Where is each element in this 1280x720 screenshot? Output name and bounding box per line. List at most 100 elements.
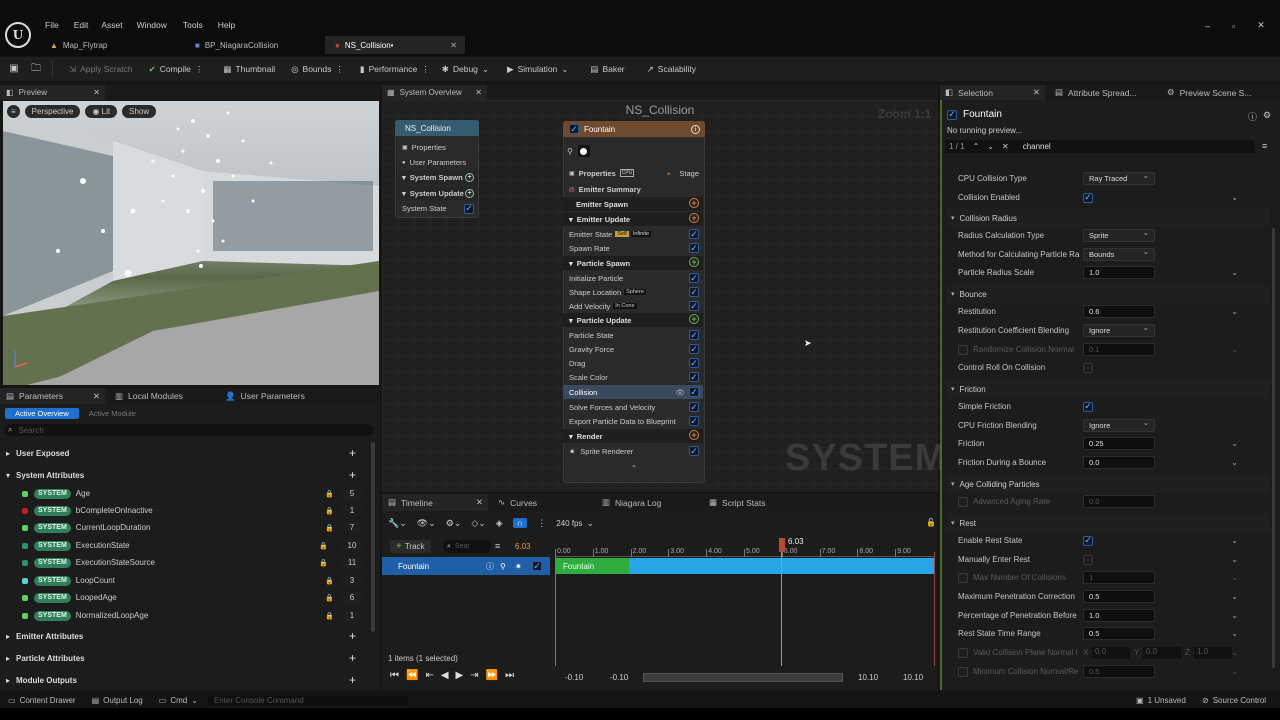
chevron-down-icon[interactable]: ⌄ (1231, 611, 1238, 620)
prop-value[interactable]: 0.0 (1083, 456, 1155, 469)
prop-max-collisions[interactable]: Max Number Of Collisions 1 ⌄ (952, 568, 1270, 587)
snap-icon[interactable]: ⚙⌄ (446, 518, 462, 529)
chevron-down-icon[interactable]: ⌄ (1231, 629, 1238, 638)
param-row[interactable]: SYSTEM Age 🔒 5 (0, 485, 372, 502)
module-solve-forces[interactable]: Solve Forces and Velocity ✓ (563, 400, 703, 414)
prop-cpu-collision-type[interactable]: CPU Collision Type Ray Traced (952, 169, 1270, 188)
bounds-options-icon[interactable]: ⋮ (335, 64, 344, 75)
fps-dropdown[interactable]: 240 fps (556, 519, 582, 528)
menu-asset[interactable]: Asset (101, 20, 122, 30)
module-enable-checkbox[interactable]: ✓ (689, 330, 699, 340)
add-module-icon[interactable]: + (689, 257, 699, 267)
key-icon[interactable]: ◇⌄ (471, 518, 485, 529)
prop-value[interactable]: 0.5 (1083, 590, 1155, 603)
add-parameter-icon[interactable]: + (349, 446, 356, 460)
override-checkbox[interactable] (958, 572, 968, 583)
next-key-icon[interactable]: ⇥ (470, 670, 478, 681)
prop-checkbox[interactable]: ✓ (1083, 401, 1093, 412)
range-right-a[interactable]: 10.10 (858, 673, 878, 682)
magnet-icon[interactable]: ∩ (512, 518, 528, 528)
prop-value[interactable]: 0.5 (1083, 665, 1155, 678)
next-match-icon[interactable]: ⌄ (987, 142, 994, 151)
prev-match-icon[interactable]: ⌃ (973, 142, 980, 151)
emitter-node-header[interactable]: ✓ Fountain i (563, 121, 705, 137)
performance-options-icon[interactable]: ⋮ (421, 64, 430, 75)
module-enable-checkbox[interactable]: ✓ (689, 358, 699, 368)
content-drawer-button[interactable]: ▭ Content Drawer (8, 696, 76, 705)
cmd-button[interactable]: ▭ Cmd ⌄ (159, 696, 198, 705)
module-spawn-rate[interactable]: Spawn Rate ✓ (563, 241, 703, 255)
prop-dropdown[interactable]: Ray Traced (1083, 171, 1155, 185)
param-row[interactable]: SYSTEM ExecutionStateSource 🔒 11 (0, 554, 372, 571)
filter-icon[interactable]: ≡ (495, 541, 500, 551)
unsaved-button[interactable]: ▣ 1 Unsaved (1136, 696, 1186, 705)
chevron-down-icon[interactable]: ⌄ (1231, 592, 1238, 601)
param-row[interactable]: SYSTEM LoopedAge 🔒 6 (0, 589, 372, 606)
menu-help[interactable]: Help (218, 20, 235, 30)
lock-icon[interactable]: 🔓 (926, 518, 936, 527)
system-node-header[interactable]: NS_Collision (395, 120, 479, 136)
prop-restitution-blending[interactable]: Restitution Coefficient Blending Ignore (952, 321, 1270, 340)
prop-friction[interactable]: Friction 0.25 ⌄ (952, 434, 1270, 453)
tab-script-stats[interactable]: ▦ Script Stats (699, 494, 809, 511)
subtab-active-overview[interactable]: Active Overview (5, 407, 79, 419)
add-module-icon[interactable]: + (465, 173, 474, 182)
module-enable-checkbox[interactable]: ✓ (689, 402, 699, 412)
prop-method-calculating[interactable]: Method for Calculating Particle Ra Bounds (952, 245, 1270, 264)
prop-dropdown[interactable]: Sprite (1083, 228, 1155, 242)
range-right-b[interactable]: 10.10 (903, 673, 923, 682)
prop-advanced-aging[interactable]: Advanced Aging Rate 0.0 (952, 492, 1270, 511)
module-enable-checkbox[interactable]: ✓ (689, 387, 699, 397)
category-emitter-attributes[interactable]: ▸ Emitter Attributes + (0, 627, 372, 645)
prop-max-penetration[interactable]: Maximum Penetration Correction 0.5 ⌄ (952, 587, 1270, 606)
module-shape-location[interactable]: Shape Location Sphere ✓ (563, 285, 703, 299)
perspective-button[interactable]: Perspective (24, 105, 81, 118)
close-tab-icon[interactable]: ✕ (93, 391, 100, 402)
emitter-enable-checkbox[interactable]: ✓ (947, 109, 957, 120)
baker-button[interactable]: ▤ Baker (584, 58, 630, 80)
menu-file[interactable]: File (45, 20, 59, 30)
add-parameter-icon[interactable]: + (349, 629, 356, 643)
visibility-icon[interactable]: 👁 (675, 388, 685, 397)
chevron-down-icon[interactable]: ⌄ (1231, 439, 1238, 448)
override-checkbox[interactable] (958, 647, 968, 658)
current-time[interactable]: 6.03 (515, 542, 531, 551)
module-collision[interactable]: Collision 👁 ✓ (563, 385, 703, 399)
add-parameter-icon[interactable]: + (349, 673, 356, 687)
particle-update-row[interactable]: ▾ Particle Update + (563, 313, 703, 327)
thumbnail-button[interactable]: ▦ Thumbnail (217, 58, 281, 80)
chevron-down-icon[interactable]: ⌄ (1231, 193, 1238, 202)
chevron-down-icon[interactable]: ⌄ (1231, 458, 1238, 467)
clear-search-icon[interactable]: ✕ (1002, 142, 1009, 151)
module-enable-checkbox[interactable]: ✓ (689, 229, 699, 239)
chevron-down-icon[interactable]: ⌄ (1231, 573, 1238, 582)
range-left-a[interactable]: -0.10 (565, 673, 583, 682)
add-parameter-icon[interactable]: + (349, 651, 356, 665)
particle-spawn-row[interactable]: ▾ Particle Spawn + (563, 256, 703, 270)
enable-checkbox[interactable]: ✓ (464, 203, 474, 214)
tab-system-overview[interactable]: ▦ System Overview ✕ (382, 85, 487, 100)
gear-icon[interactable]: ⚙ (1263, 110, 1271, 121)
step-back-icon[interactable]: ⏪ (406, 670, 418, 681)
prop-value[interactable]: 0.1 (1083, 343, 1155, 356)
output-log-button[interactable]: ▤ Output Log (92, 696, 143, 705)
prop-checkbox[interactable]: ✓ (1083, 535, 1093, 546)
section-bounce[interactable]: ▾ Bounce (946, 285, 1270, 303)
menu-tools[interactable]: Tools (183, 20, 203, 30)
range-left-b[interactable]: -0.10 (610, 673, 628, 682)
override-checkbox[interactable] (958, 496, 968, 507)
play-icon[interactable]: ▶ (456, 670, 464, 681)
category-user-exposed[interactable]: ▸ User Exposed + (0, 444, 372, 462)
prop-rest-time-range[interactable]: Rest State Time Range 0.5 ⌄ (952, 624, 1270, 643)
chevron-down-icon[interactable]: ⌄ (1231, 268, 1238, 277)
performance-button[interactable]: ▮ Performance ⋮ (354, 58, 436, 80)
prop-manual-rest[interactable]: Manually Enter Rest ⌄ (952, 550, 1270, 569)
step-forward-icon[interactable]: ⏩ (486, 670, 498, 681)
prop-checkbox[interactable]: ✓ (1083, 192, 1093, 203)
pin-icon[interactable]: ⚲ (500, 562, 506, 571)
emitter-properties-row[interactable]: ▣ Properties CPU + Stage (563, 166, 703, 180)
add-parameter-icon[interactable]: + (349, 468, 356, 482)
category-module-outputs[interactable]: ▸ Module Outputs + (0, 671, 372, 689)
emitter-thumbnail[interactable] (577, 145, 590, 157)
module-add-velocity[interactable]: Add Velocity In Cone ✓ (563, 299, 703, 313)
